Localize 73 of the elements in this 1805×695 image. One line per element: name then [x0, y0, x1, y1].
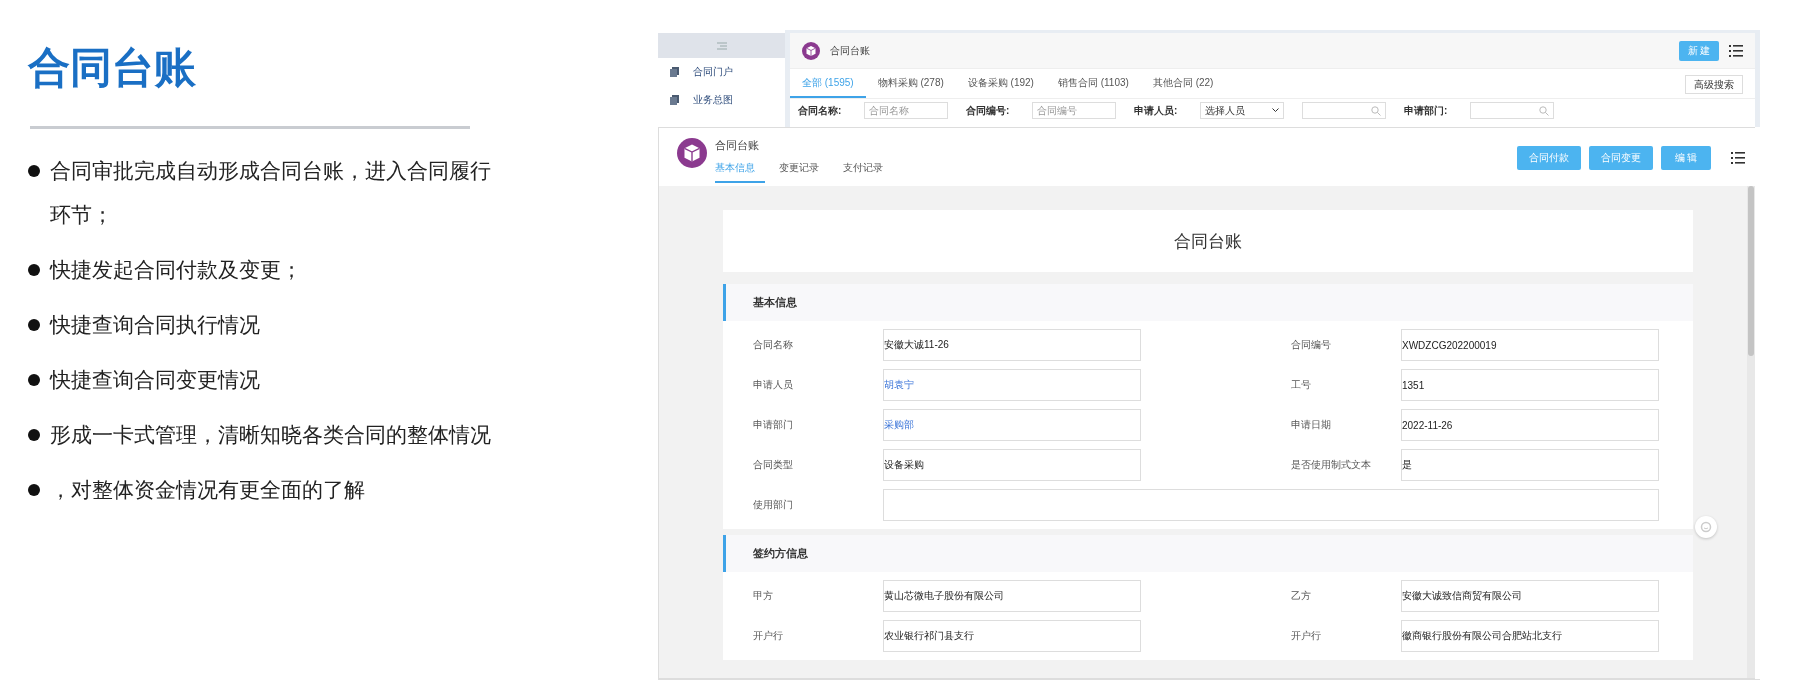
sidebar-item[interactable]: 合同门户 — [693, 65, 733, 79]
field-value[interactable]: 是 — [1401, 449, 1659, 481]
field-label: 工号 — [1291, 378, 1312, 392]
field-label: 合同名称 — [753, 338, 794, 352]
advanced-search-button[interactable]: 高级搜索 — [1685, 75, 1743, 94]
window-title: 合同台账 — [715, 138, 760, 153]
field-value[interactable]: XWDZCG202200019 — [1401, 329, 1659, 361]
tab[interactable]: 销售合同 (1103) — [1045, 76, 1141, 98]
bullet-text: 快捷查询合同变更情况 — [50, 367, 260, 393]
field-label: 开户行 — [753, 629, 784, 643]
bullet-icon — [28, 319, 40, 331]
logo-icon — [802, 41, 820, 60]
field-label: 是否使用制式文本 — [1291, 458, 1372, 472]
field-label: 申请人员 — [753, 378, 794, 392]
document-title: 合同台账 — [723, 210, 1693, 272]
slide-title: 合同台账 — [28, 43, 197, 93]
chat-icon — [1700, 521, 1712, 533]
document-icon — [670, 95, 679, 105]
filter-label: 合同编号: — [966, 103, 1011, 118]
field-value[interactable]: 徽商银行股份有限公司合肥站北支行 — [1401, 620, 1659, 652]
bullet-icon — [28, 264, 40, 276]
search-icon — [1539, 105, 1549, 116]
bullet-text: ，对整体资金情况有更全面的了解 — [50, 477, 365, 503]
field-value[interactable]: 胡袁宁 — [883, 369, 1141, 401]
tab[interactable]: 变更记录 — [779, 161, 829, 183]
field-value[interactable] — [883, 489, 1659, 521]
field-label: 申请部门 — [753, 418, 794, 432]
tab[interactable]: 物料采购 (278) — [865, 76, 956, 98]
tab[interactable]: 支付记录 — [843, 161, 893, 183]
page-title: 合同台账 — [830, 43, 871, 58]
logo-icon — [677, 138, 707, 168]
section-header: 签约方信息 — [723, 535, 1693, 572]
field-label: 合同类型 — [753, 458, 794, 472]
field-value[interactable]: 设备采购 — [883, 449, 1141, 481]
section-header: 基本信息 — [723, 284, 1693, 321]
field-label: 乙方 — [1291, 589, 1312, 603]
list-icon[interactable] — [1729, 44, 1743, 57]
bullet-icon — [28, 165, 40, 177]
menu-icon[interactable] — [716, 41, 727, 50]
bullet-text: 形成一卡式管理，清晰知晓各类合同的整体情况 — [50, 422, 491, 448]
document-icon — [670, 67, 679, 77]
bullet-icon — [28, 484, 40, 496]
bullet-text: 快捷发起合同付款及变更； — [50, 257, 302, 283]
field-value[interactable]: 农业银行祁门县支行 — [883, 620, 1141, 652]
field-value[interactable]: 黄山芯微电子股份有限公司 — [883, 580, 1141, 612]
caret-icon — [1272, 108, 1279, 113]
filter-label: 申请部门: — [1404, 103, 1449, 118]
field-label: 合同编号 — [1291, 338, 1332, 352]
field-value[interactable]: 安徽大诚11-26 — [883, 329, 1141, 361]
sidebar-item[interactable]: 业务总图 — [693, 93, 733, 107]
person-select[interactable]: 选择人员 — [1200, 102, 1284, 119]
field-label: 甲方 — [753, 589, 774, 603]
field-value[interactable]: 采购部 — [883, 409, 1141, 441]
filter-label: 申请人员: — [1134, 103, 1179, 118]
search-field[interactable] — [1470, 102, 1554, 119]
search-icon — [1371, 105, 1381, 116]
filter-label: 合同名称: — [798, 103, 843, 118]
list-icon[interactable] — [1731, 152, 1745, 164]
field-value[interactable]: 安徽大诚致信商贸有限公司 — [1401, 580, 1659, 612]
bullet-text: 合同审批完成自动形成合同台账，进入合同履行环节； — [50, 158, 492, 228]
field-value[interactable]: 1351 — [1401, 369, 1659, 401]
bullet-icon — [28, 429, 40, 441]
field-label: 申请日期 — [1291, 418, 1332, 432]
scrollbar-thumb[interactable] — [1748, 186, 1754, 356]
search-field[interactable] — [1302, 102, 1386, 119]
bullet-icon — [28, 374, 40, 386]
field-label: 开户行 — [1291, 629, 1322, 643]
chat-button[interactable] — [1695, 516, 1717, 538]
field-value[interactable]: 2022-11-26 — [1401, 409, 1659, 441]
field-label: 使用部门 — [753, 498, 794, 512]
tab[interactable]: 设备采购 (192) — [955, 76, 1046, 98]
tab[interactable]: 其他合同 (22) — [1140, 76, 1226, 98]
bullet-text: 快捷查询合同执行情况 — [50, 312, 260, 338]
